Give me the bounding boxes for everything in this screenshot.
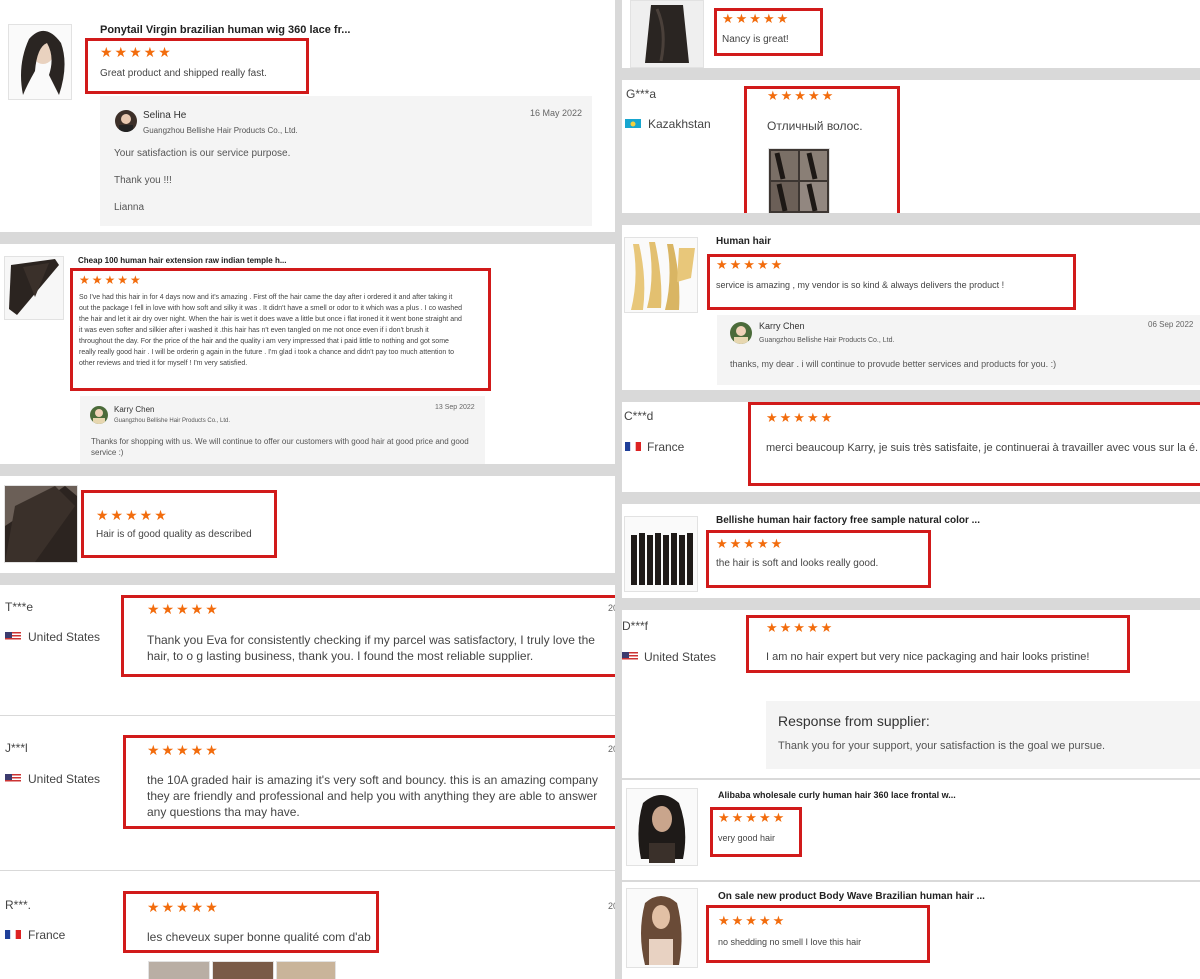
france-flag-icon <box>5 928 21 939</box>
highlight-box <box>706 905 930 963</box>
avatar <box>115 110 137 132</box>
france-flag-icon <box>625 440 641 451</box>
review-card: J***l United States ★★★★★ 202 the 10A gr… <box>0 716 622 870</box>
highlight-box <box>123 735 622 829</box>
buyer-name: C***d <box>624 409 654 423</box>
review-card: Ponytail Virgin brazilian human wig 360 … <box>0 0 615 232</box>
review-photo[interactable] <box>212 961 274 979</box>
highlight-box <box>70 268 491 391</box>
review-photo[interactable] <box>148 961 210 979</box>
reply-line: Thank you !!! <box>114 175 172 186</box>
column-divider <box>615 0 622 979</box>
supplier-reply: Selina He Guangzhou Bellishe Hair Produc… <box>100 96 592 226</box>
us-flag-icon <box>5 772 21 783</box>
review-card: Bellishe human hair factory free sample … <box>622 504 1200 598</box>
review-card: D***f United States ★★★★★ I am no hair e… <box>622 610 1200 778</box>
product-title[interactable]: Human hair <box>716 236 771 247</box>
buyer-country: United States <box>28 772 101 786</box>
highlight-box <box>746 615 1130 673</box>
reply-date: 06 Sep 2022 <box>1148 320 1194 329</box>
reply-company: Guangzhou Bellishe Hair Products Co., Lt… <box>759 337 895 344</box>
highlight-box <box>748 402 1200 486</box>
reply-author: Karry Chen <box>114 405 155 414</box>
review-card: T***e United States ★★★★★ 202 Thank you … <box>0 585 622 715</box>
reply-date: 16 May 2022 <box>530 108 583 118</box>
reply-author: Karry Chen <box>759 321 805 331</box>
review-card: Cheap 100 human hair extension raw india… <box>0 244 615 464</box>
highlight-box <box>121 595 622 677</box>
reply-line: Lianna <box>114 202 145 213</box>
product-title[interactable]: On sale new product Body Wave Brazilian … <box>718 891 985 902</box>
reply-author: Selina He <box>143 110 187 121</box>
buyer-name: R***. <box>5 898 32 912</box>
review-card: C***d France ★★★★★ merci beaucoup Karry,… <box>622 402 1200 492</box>
product-title[interactable]: Alibaba wholesale curly human hair 360 l… <box>718 790 956 800</box>
us-flag-icon <box>5 630 21 641</box>
product-thumbnail[interactable] <box>630 0 704 68</box>
reply-date: 13 Sep 2022 <box>435 404 475 411</box>
product-title[interactable]: Bellishe human hair factory free sample … <box>716 515 980 526</box>
highlight-box <box>85 38 309 94</box>
product-thumbnail[interactable] <box>8 24 72 100</box>
review-card: ★★★★★ Hair is of good quality as describ… <box>0 476 615 573</box>
buyer-name: T***e <box>5 600 34 614</box>
buyer-name: G***a <box>626 87 657 101</box>
reply-line: Your satisfaction is our service purpose… <box>114 148 291 159</box>
buyer-name: J***l <box>5 741 28 755</box>
product-title[interactable]: Ponytail Virgin brazilian human wig 360 … <box>100 24 350 36</box>
us-flag-icon <box>622 650 638 661</box>
product-thumbnail[interactable] <box>626 788 698 866</box>
supplier-response: Response from supplier: Thank you for yo… <box>766 701 1200 769</box>
review-card: R***. France ★★★★★ 202 les cheveux super… <box>0 871 622 979</box>
reply-company: Guangzhou Bellishe Hair Products Co., Lt… <box>143 126 298 135</box>
buyer-name: D***f <box>622 619 649 633</box>
product-thumbnail[interactable] <box>4 485 78 563</box>
product-thumbnail[interactable] <box>4 256 64 320</box>
reply-text: thanks, my dear . i will continue to pro… <box>730 359 1057 369</box>
response-title: Response from supplier: <box>778 713 930 729</box>
product-thumbnail[interactable] <box>624 237 698 313</box>
highlight-box <box>123 891 379 953</box>
kazakhstan-flag-icon <box>625 117 641 128</box>
product-title[interactable]: ... <box>722 0 730 2</box>
product-thumbnail[interactable] <box>626 888 698 968</box>
review-card: Alibaba wholesale curly human hair 360 l… <box>622 780 1200 880</box>
review-card: Human hair ★★★★★ service is amazing , my… <box>622 225 1200 390</box>
reply-company: Guangzhou Bellishe Hair Products Co., Lt… <box>114 418 231 424</box>
supplier-reply: Karry Chen Guangzhou Bellishe Hair Produ… <box>717 315 1200 385</box>
product-title[interactable]: Cheap 100 human hair extension raw india… <box>78 256 287 265</box>
avatar <box>730 322 752 344</box>
product-thumbnail[interactable] <box>624 516 698 592</box>
review-photo[interactable] <box>276 961 336 979</box>
buyer-country: United States <box>28 630 101 644</box>
highlight-box <box>744 86 900 213</box>
reply-text: Thanks for shopping with us. We will con… <box>91 437 469 457</box>
supplier-reply: Karry Chen Guangzhou Bellishe Hair Produ… <box>80 396 485 464</box>
highlight-box <box>707 254 1076 310</box>
highlight-box <box>710 807 802 857</box>
buyer-country: Kazakhstan <box>648 117 711 131</box>
review-card: On sale new product Body Wave Brazilian … <box>622 882 1200 979</box>
buyer-country: France <box>28 928 66 942</box>
buyer-country: United States <box>644 650 717 664</box>
highlight-box <box>81 490 277 558</box>
review-card: ... ★★★★★ Nancy is great! <box>622 0 1200 68</box>
response-text: Thank you for your support, your satisfa… <box>778 740 1106 752</box>
review-card: G***a Kazakhstan ★★★★★ Отличный волос. <box>622 80 1200 213</box>
highlight-box <box>714 8 823 56</box>
highlight-box <box>706 530 931 588</box>
avatar <box>90 406 108 424</box>
buyer-country: France <box>647 440 685 454</box>
